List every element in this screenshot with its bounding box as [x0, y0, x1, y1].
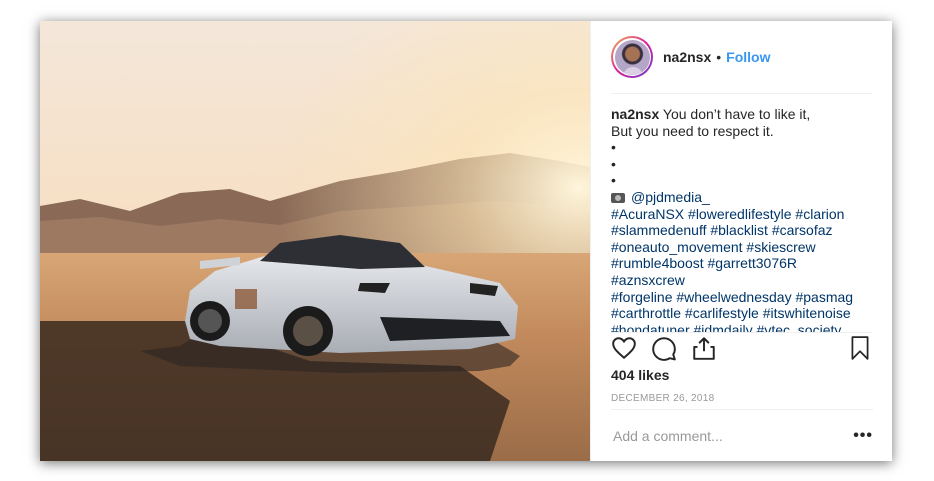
post-date[interactable]: DECEMBER 26, 2018 — [611, 393, 714, 404]
caption-bullet: • — [611, 139, 616, 156]
hashtag-line[interactable]: #forgeline #wheelwednesday #pasmag — [611, 289, 872, 306]
hashtag-line[interactable]: #slammedenuff #blacklist #carsofaz — [611, 222, 872, 239]
action-bar — [611, 333, 873, 363]
more-options-button[interactable]: ••• — [853, 427, 873, 445]
likes-count[interactable]: 404 likes — [611, 367, 669, 383]
comment-icon[interactable] — [651, 335, 677, 361]
separator-dot: • — [716, 49, 722, 65]
caption-bullet: • — [611, 172, 616, 189]
post-sidebar: na2nsx • Follow na2nsx You don’t have to… — [590, 21, 892, 461]
camera-icon — [611, 193, 625, 204]
hashtag-line[interactable]: #carthrottle #carlifestyle #itswhitenois… — [611, 305, 872, 322]
caption-username[interactable]: na2nsx — [611, 106, 659, 122]
caption-text: You don’t have to like it, — [662, 106, 811, 122]
share-icon[interactable] — [691, 335, 717, 361]
comment-bar: ••• — [611, 409, 873, 462]
post-header: na2nsx • Follow — [611, 21, 872, 94]
hashtag-line[interactable]: #rumble4boost #garrett3076R #aznsxcrew — [611, 255, 872, 288]
car-photo-illustration — [40, 21, 590, 461]
post-username[interactable]: na2nsx — [663, 49, 711, 65]
post-caption: na2nsx You don’t have to like it, But yo… — [611, 94, 872, 333]
caption-bullet: • — [611, 155, 616, 172]
photo-credit: @pjdmedia_ — [611, 189, 872, 206]
caption-line: But you need to respect it. — [611, 122, 774, 139]
hashtag-line[interactable]: #AcuraNSX #loweredlifestyle #clarion — [611, 206, 872, 223]
post-photo[interactable] — [40, 21, 590, 461]
credit-mention[interactable]: @pjdmedia_ — [631, 189, 710, 205]
instagram-post: na2nsx • Follow na2nsx You don’t have to… — [40, 21, 892, 461]
avatar[interactable] — [611, 36, 653, 78]
avatar-image — [614, 39, 650, 75]
caption-line: na2nsx You don’t have to like it, — [611, 106, 872, 123]
comment-input[interactable] — [611, 427, 854, 445]
hashtag-line[interactable]: #oneauto_movement #skiescrew — [611, 239, 872, 256]
follow-button[interactable]: Follow — [726, 49, 770, 65]
avatar-ring — [613, 38, 651, 76]
heart-icon[interactable] — [611, 335, 637, 361]
bookmark-icon[interactable] — [847, 335, 873, 361]
hashtag-line[interactable]: #hondatuner #jdmdaily #vtec_society — [611, 322, 872, 332]
